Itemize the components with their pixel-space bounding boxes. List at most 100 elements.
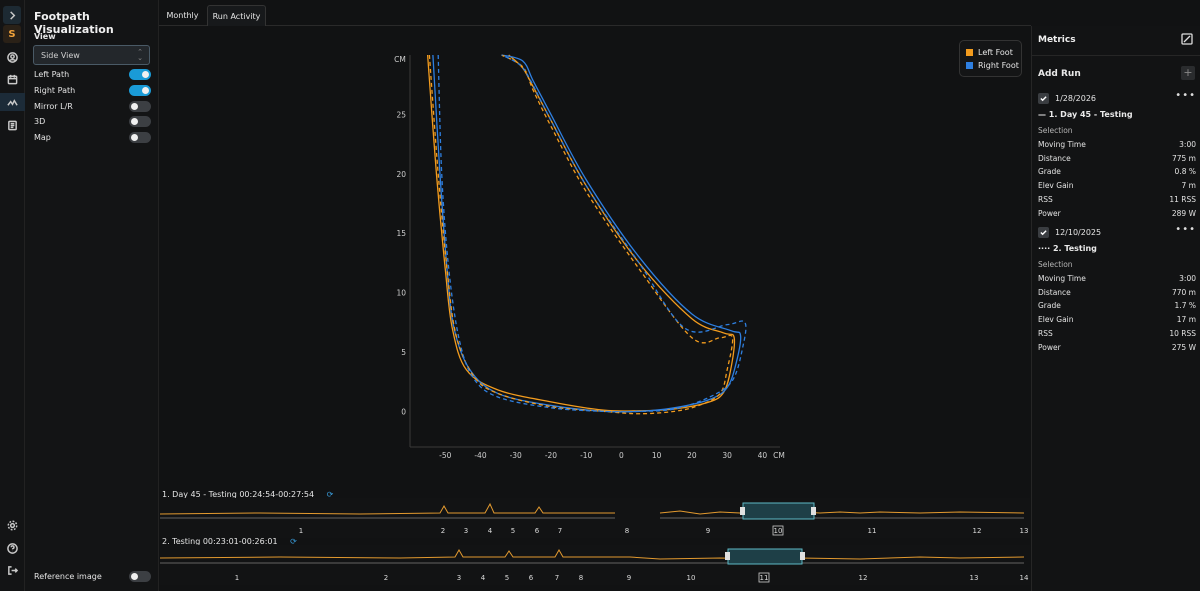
- view-select[interactable]: Side View ⌃ ⌄: [33, 45, 150, 65]
- metric-value: 770 m: [1171, 287, 1196, 297]
- series-line-left-foot-run-1: [426, 54, 736, 412]
- timeline-tick: 5: [505, 574, 509, 582]
- metrics-divider: [1032, 55, 1200, 56]
- timeline-2[interactable]: 1 2 3 4 5 6 7 8 9 10 11 12 13 14: [160, 545, 1030, 585]
- toggle-mirror[interactable]: Mirror L/R: [34, 101, 151, 113]
- timeline-1[interactable]: 1 2 3 4 5 6 7 8 9 10 11 12 13: [160, 498, 1030, 538]
- metrics-panel: Metrics Add Run + 1/28/2026 ••• — 1. Day…: [1031, 26, 1200, 591]
- toggle-reference-image[interactable]: Reference image: [34, 571, 151, 583]
- series-line-right-foot-run-1: [432, 54, 742, 413]
- icon-rail: S: [0, 0, 25, 591]
- run-1-name: — 1. Day 45 - Testing: [1038, 110, 1133, 119]
- timeline-tick: 8: [579, 574, 583, 582]
- legend-swatch: [966, 49, 973, 56]
- timeline-tick: 4: [481, 574, 486, 582]
- toggle-switch[interactable]: [129, 69, 151, 80]
- selection-handle-left: [740, 507, 745, 515]
- metric-value: 3:00: [1179, 140, 1196, 149]
- chevron-up-down-icon: ⌃ ⌄: [137, 48, 143, 62]
- toggle-3d[interactable]: 3D: [34, 116, 151, 128]
- timeline-tick: 3: [457, 574, 461, 582]
- chevron-right-icon: [9, 10, 15, 20]
- logout-icon: [7, 565, 18, 575]
- calendar-button[interactable]: [3, 70, 21, 88]
- run-2-selection-label: Selection: [1038, 260, 1073, 269]
- view-select-value: Side View: [41, 51, 80, 60]
- tab-monthly[interactable]: Monthly: [159, 5, 206, 26]
- metric-value: 289 W: [1171, 208, 1196, 218]
- metric-label: Power: [1038, 208, 1061, 218]
- metric-label: Distance: [1038, 287, 1071, 297]
- y-tick-label: 25: [396, 110, 406, 119]
- timeline-tick-selected: 11: [760, 574, 769, 582]
- x-tick-label: -30: [510, 451, 522, 460]
- add-run-button[interactable]: +: [1181, 66, 1195, 80]
- help-button[interactable]: [3, 539, 21, 557]
- toggle-map[interactable]: Map: [34, 132, 151, 144]
- toggle-switch[interactable]: [129, 132, 151, 143]
- timeline-tick: 10: [687, 574, 696, 582]
- toggle-switch[interactable]: [129, 571, 151, 582]
- toggle-label: Reference image: [34, 572, 102, 581]
- legend-swatch: [966, 62, 973, 69]
- toggle-switch[interactable]: [129, 85, 151, 96]
- timeline-tick: 7: [555, 574, 559, 582]
- more-options-icon[interactable]: •••: [1175, 90, 1196, 101]
- toggle-switch[interactable]: [129, 116, 151, 127]
- chart-canvas: -50 -40 -30 -20 -10 0 10 20 30 40 0 5 10 15 20 25 CM C…: [394, 54, 785, 460]
- metric-value: 1.7 %: [1174, 301, 1196, 311]
- toggle-switch[interactable]: [129, 101, 151, 112]
- settings-button[interactable]: [3, 516, 21, 534]
- x-tick-label: -40: [474, 451, 486, 460]
- expand-sidebar-button[interactable]: [3, 6, 21, 24]
- metric-value: 7 m: [1181, 181, 1196, 191]
- check-icon: [1040, 230, 1047, 236]
- timeline-tick: 3: [464, 527, 468, 535]
- metric-value: 17 m: [1176, 315, 1196, 325]
- toggle-right-path[interactable]: Right Path: [34, 85, 151, 97]
- metric-row: Elev Gain 17 m: [1038, 315, 1196, 324]
- metric-row: Distance 770 m: [1038, 288, 1196, 297]
- toggle-label: 3D: [34, 117, 46, 126]
- logout-button[interactable]: [3, 561, 21, 579]
- metric-value: 0.8 %: [1174, 167, 1196, 177]
- series-line-right-foot-run-2: [437, 54, 747, 413]
- metric-row: RSS 10 RSS: [1038, 329, 1196, 338]
- x-tick-label: 40: [758, 451, 768, 460]
- more-options-icon[interactable]: •••: [1175, 224, 1196, 235]
- notes-button[interactable]: [3, 116, 21, 134]
- tab-run-activity[interactable]: Run Activity: [207, 5, 266, 26]
- timeline-tick: 13: [1020, 527, 1029, 535]
- metric-row: Moving Time 3:00: [1038, 274, 1196, 283]
- timeline-tick: 12: [859, 574, 868, 582]
- y-tick-label: 10: [396, 289, 406, 298]
- view-label: View: [34, 32, 56, 41]
- timeline-tick: 4: [488, 527, 493, 535]
- run-1-checkbox[interactable]: [1038, 93, 1049, 104]
- metric-row: Elev Gain 7 m: [1038, 181, 1196, 190]
- run-2-date: 12/10/2025: [1055, 228, 1102, 237]
- chart-legend: Left Foot Right Foot: [959, 40, 1022, 77]
- visualization-settings-panel: Footpath Visualization View Side View ⌃ ⌄…: [25, 0, 159, 591]
- edit-icon[interactable]: [1181, 33, 1193, 45]
- y-tick-label: 20: [396, 170, 406, 179]
- y-tick-label: 15: [396, 229, 406, 238]
- toggle-left-path[interactable]: Left Path: [34, 69, 151, 81]
- metric-label: Grade: [1038, 301, 1061, 311]
- metric-row: RSS 11 RSS: [1038, 195, 1196, 204]
- profile-button[interactable]: [3, 48, 21, 66]
- toggle-label: Map: [34, 133, 51, 142]
- legend-item-right-foot[interactable]: Right Foot: [966, 61, 1019, 70]
- legend-item-left-foot[interactable]: Left Foot: [966, 48, 1013, 57]
- timeline-tick: 14: [1020, 574, 1029, 582]
- add-run-label: Add Run: [1038, 69, 1081, 79]
- footpath-chart[interactable]: -50 -40 -30 -20 -10 0 10 20 30 40 0 5 10 15 20 25 CM C…: [160, 27, 1030, 487]
- run-2-name: ···· 2. Testing: [1038, 244, 1097, 253]
- timeline-tick: 7: [558, 527, 562, 535]
- metric-value: 11 RSS: [1169, 194, 1196, 204]
- run-2-checkbox[interactable]: [1038, 227, 1049, 238]
- run-1-header: 1/28/2026 •••: [1038, 90, 1196, 105]
- activity-button[interactable]: [0, 93, 25, 111]
- x-tick-label: -20: [545, 451, 557, 460]
- timeline-tick: 8: [625, 527, 629, 535]
